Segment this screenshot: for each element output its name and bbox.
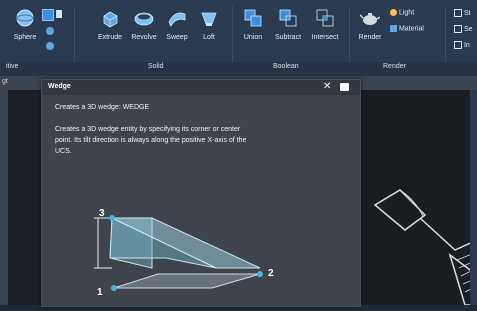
render-teapot-icon — [359, 8, 381, 28]
right-rail — [470, 90, 477, 305]
close-icon[interactable]: ✕ — [323, 81, 331, 92]
partial-tool-icon — [454, 9, 462, 17]
union-label: Union — [243, 34, 263, 41]
tooltip-description-line: Creates a 3D wedge entity by specifying … — [55, 126, 241, 133]
loft-icon — [199, 8, 219, 28]
subtract-icon — [278, 8, 298, 28]
material-button[interactable]: Material — [390, 25, 424, 32]
pin-icon[interactable] — [340, 83, 349, 91]
tooltip-description-line: point. Its tilt direction is always alon… — [55, 137, 247, 144]
torus-primitive-icon[interactable] — [46, 42, 54, 50]
extrude-icon — [100, 8, 120, 28]
sphere-icon — [15, 8, 35, 28]
group-label-render: Render — [383, 63, 406, 70]
light-button[interactable]: Light — [390, 9, 414, 16]
extrude-button[interactable]: Extrude — [90, 8, 130, 41]
tooltip-panel: Wedge ✕ Creates a 3D wedge: WEDGE Create… — [41, 79, 361, 307]
sphere-label: Sphere — [13, 34, 37, 41]
group-label-boolean: Boolean — [273, 63, 299, 70]
corner-point-3 — [109, 215, 115, 221]
sweep-icon — [167, 8, 187, 28]
pane-tab-label[interactable]: gt — [2, 78, 8, 85]
intersect-label: Intersect — [311, 34, 339, 41]
wedge-base-plane — [113, 273, 261, 289]
sphere-button[interactable]: Sphere — [8, 8, 42, 41]
render-label: Render — [358, 34, 382, 41]
material-label: Material — [398, 25, 424, 33]
revolve-label: Revolve — [131, 34, 157, 41]
extrude-label: Extrude — [97, 34, 123, 41]
union-icon — [243, 8, 263, 28]
material-icon — [390, 25, 397, 32]
wedge-diagram: 3 2 1 — [42, 190, 360, 306]
partial-tool-label: St — [463, 9, 471, 17]
tooltip-title: Wedge — [48, 83, 71, 90]
model-preview-sketch — [373, 189, 477, 306]
callout-label-1: 1 — [97, 287, 103, 298]
cylinder-primitive-icon[interactable] — [46, 27, 54, 35]
viewport-model-area[interactable] — [345, 90, 477, 306]
app-window: Sphere Extrude Revolve Sweep Loft Union — [0, 0, 477, 307]
partial-tool-icon — [454, 25, 462, 33]
corner-point-2 — [257, 271, 263, 277]
revolve-icon — [134, 8, 154, 28]
primitive-small-icon[interactable] — [56, 10, 62, 18]
left-rail — [0, 90, 8, 305]
intersect-icon — [315, 8, 335, 28]
subtract-label: Subtract — [274, 34, 302, 41]
callout-label-3: 3 — [99, 208, 105, 219]
light-bulb-icon — [390, 9, 397, 16]
partial-tool-label: In — [463, 41, 470, 49]
tooltip-summary: Creates a 3D wedge: WEDGE — [55, 104, 150, 111]
partial-tool-label: Se — [463, 25, 473, 33]
union-button[interactable]: Union — [238, 8, 268, 41]
render-button[interactable]: Render — [352, 8, 388, 41]
tooltip-header — [42, 80, 360, 95]
revolve-button[interactable]: Revolve — [127, 8, 161, 41]
partial-tool-3[interactable]: In — [454, 41, 470, 49]
tooltip-description-line: UCS. — [55, 148, 72, 155]
intersect-button[interactable]: Intersect — [306, 8, 344, 41]
callout-label-2: 2 — [268, 268, 274, 279]
corner-point-1 — [111, 285, 117, 291]
partial-tool-2[interactable]: Se — [454, 25, 473, 33]
box-primitive-icon[interactable] — [42, 9, 54, 21]
partial-tool-1[interactable]: St — [454, 9, 471, 17]
light-label: Light — [398, 9, 415, 17]
loft-button[interactable]: Loft — [193, 8, 225, 41]
subtract-button[interactable]: Subtract — [270, 8, 306, 41]
partial-tool-icon — [454, 41, 462, 49]
sweep-button[interactable]: Sweep — [161, 8, 193, 41]
group-label-primitive: itive — [6, 63, 19, 70]
loft-label: Loft — [203, 34, 215, 41]
sweep-label: Sweep — [166, 34, 188, 41]
group-label-solid: Solid — [148, 63, 164, 70]
